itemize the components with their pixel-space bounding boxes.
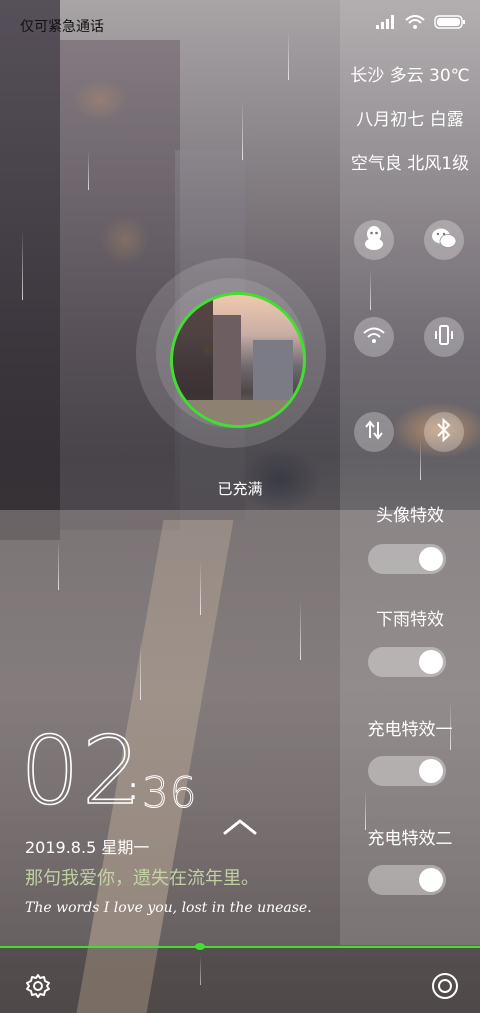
photo-building bbox=[253, 340, 293, 400]
toggle-knob bbox=[419, 868, 443, 892]
rain-streak bbox=[22, 230, 23, 300]
charge-progress-line bbox=[0, 946, 480, 948]
rain-streak bbox=[300, 600, 301, 660]
quote-english: The words I love you, lost in the unease… bbox=[25, 900, 312, 916]
vibrate-toggle-button[interactable] bbox=[424, 317, 464, 357]
bluetooth-button[interactable] bbox=[424, 412, 464, 452]
signal-icon bbox=[376, 14, 396, 33]
rain-streak bbox=[88, 150, 89, 190]
clock-hours: 02 bbox=[19, 717, 144, 826]
control-panel bbox=[340, 0, 480, 945]
photo-building bbox=[213, 315, 241, 400]
avatar-effect-toggle[interactable] bbox=[368, 544, 446, 574]
swipe-up-icon[interactable] bbox=[222, 818, 258, 840]
photo-street bbox=[173, 400, 303, 425]
wechat-button[interactable] bbox=[424, 220, 464, 260]
qq-button[interactable] bbox=[354, 220, 394, 260]
settings-icon[interactable] bbox=[24, 972, 52, 1004]
rain-streak bbox=[140, 640, 141, 700]
rain-streak bbox=[242, 100, 243, 160]
data-transfer-button[interactable] bbox=[354, 412, 394, 452]
rain-streak bbox=[200, 560, 201, 615]
qq-icon bbox=[362, 225, 386, 255]
rain-streak bbox=[58, 540, 59, 590]
building-silhouette bbox=[60, 40, 180, 530]
charging-effect-2-toggle[interactable] bbox=[368, 865, 446, 895]
toggle-knob bbox=[419, 547, 443, 571]
carrier-status-text: 仅可紧急通话 bbox=[20, 19, 104, 35]
weather-text: 长沙 多云 30℃ bbox=[350, 66, 470, 86]
bluetooth-icon bbox=[436, 417, 452, 446]
air-quality-text: 空气良 北风1级 bbox=[350, 154, 470, 174]
rain-streak bbox=[288, 30, 289, 80]
data-transfer-icon bbox=[363, 419, 385, 445]
camera-icon[interactable] bbox=[431, 972, 459, 1004]
bottom-bar bbox=[0, 948, 480, 1013]
avatar-effect-label: 头像特效 bbox=[376, 506, 444, 526]
charging-effect-1-label: 充电特效一 bbox=[367, 720, 453, 740]
charge-progress-dot bbox=[195, 943, 205, 950]
wifi-toggle-button[interactable] bbox=[354, 317, 394, 357]
toggle-knob bbox=[419, 650, 443, 674]
wechat-icon bbox=[431, 227, 457, 253]
clock-separator: : bbox=[128, 772, 139, 807]
quote-chinese: 那句我爱你，遗失在流年里。 bbox=[25, 868, 259, 889]
clock-minutes: 36 bbox=[141, 768, 198, 818]
charging-effect-1-toggle[interactable] bbox=[368, 756, 446, 786]
vibrate-icon bbox=[433, 324, 455, 350]
avatar-photo[interactable] bbox=[170, 292, 306, 428]
photo-building bbox=[173, 300, 213, 410]
lunar-date-text: 八月初七 白露 bbox=[356, 110, 464, 130]
wifi-icon bbox=[405, 14, 425, 33]
building-silhouette bbox=[0, 0, 60, 540]
toggle-knob bbox=[419, 759, 443, 783]
rain-effect-toggle[interactable] bbox=[368, 647, 446, 677]
status-icons bbox=[376, 14, 466, 33]
wifi-icon bbox=[363, 327, 385, 347]
charging-status-text: 已充满 bbox=[217, 480, 263, 498]
date-text: 2019.8.5 星期一 bbox=[25, 838, 150, 857]
battery-icon bbox=[434, 14, 466, 33]
charging-effect-2-label: 充电特效二 bbox=[367, 829, 453, 849]
rain-effect-label: 下雨特效 bbox=[376, 610, 444, 630]
